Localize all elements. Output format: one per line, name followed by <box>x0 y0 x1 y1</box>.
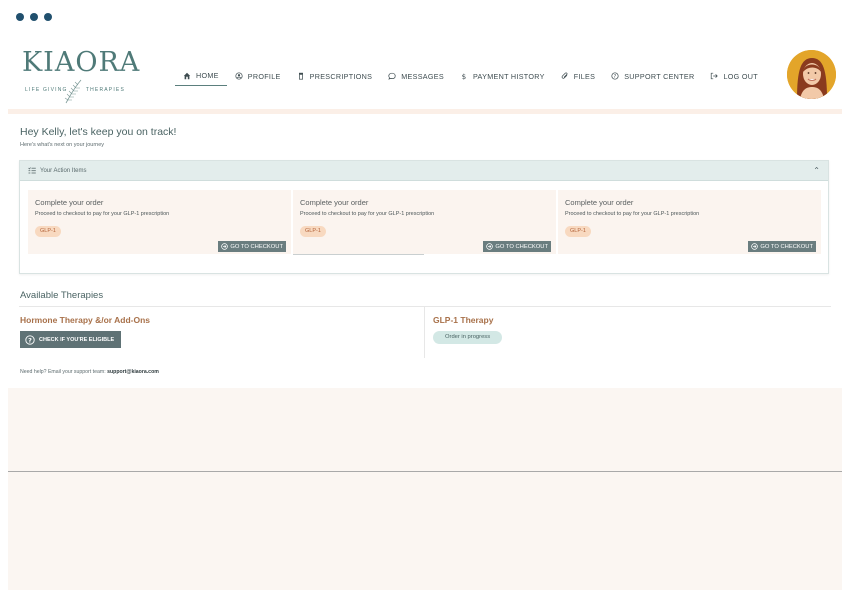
action-items-panel: Your Action Items ⌃ Complete your order … <box>19 160 829 274</box>
window-controls <box>16 13 52 21</box>
nav-prescriptions-label: PRESCRIPTIONS <box>309 71 373 81</box>
help-text: Need help? Email your support team: <box>20 369 108 375</box>
nav-prescriptions[interactable]: PRESCRIPTIONS <box>289 66 381 86</box>
dollar-icon: $ <box>462 72 467 80</box>
action-card: Complete your order Proceed to checkout … <box>293 190 556 255</box>
action-cards: Complete your order Proceed to checkout … <box>28 190 821 255</box>
action-card: Complete your order Proceed to checkout … <box>28 190 291 254</box>
chat-bubble-icon <box>388 72 396 80</box>
nav-files[interactable]: FILES <box>553 66 603 86</box>
card-title: Complete your order <box>300 198 369 207</box>
nav-home-label: HOME <box>196 71 219 80</box>
order-status-badge: Order in progress <box>433 331 503 344</box>
go-to-checkout-button[interactable]: GO TO CHECKOUT <box>748 241 816 252</box>
card-description: Proceed to checkout to pay for your GLP-… <box>300 211 435 217</box>
action-items-heading: Your Action Items <box>28 167 86 174</box>
go-to-checkout-button[interactable]: GO TO CHECKOUT <box>218 241 286 252</box>
action-items-title: Your Action Items <box>40 167 87 174</box>
tagline-left: LIFE GIVING <box>25 87 68 93</box>
brand-logo[interactable]: KIAORA LIFE GIVING THERAPIES <box>22 47 141 108</box>
avatar-portrait <box>787 50 836 99</box>
svg-text:?: ? <box>28 336 32 344</box>
card-badge: GLP-1 <box>35 226 61 237</box>
nav-profile[interactable]: PROFILE <box>227 66 289 86</box>
main-nav: HOME PROFILE PRESCRIPTIONS MESSAGES $ PA… <box>175 66 766 86</box>
available-therapies-title: Available Therapies <box>20 290 104 301</box>
nav-files-label: FILES <box>573 71 596 81</box>
brand-tagline: LIFE GIVING THERAPIES <box>25 87 125 93</box>
window-dot[interactable] <box>44 13 52 21</box>
arrow-circle-icon <box>486 243 494 250</box>
paperclip-icon <box>561 72 568 79</box>
arrow-circle-icon <box>751 243 759 250</box>
tagline-right: THERAPIES <box>85 87 125 93</box>
nav-profile-label: PROFILE <box>247 71 281 81</box>
card-scroll-indicator <box>293 254 424 255</box>
nav-messages[interactable]: MESSAGES <box>380 66 452 86</box>
nav-support-center[interactable]: ? SUPPORT CENTER <box>603 66 702 86</box>
card-title: Complete your order <box>565 198 634 207</box>
chevron-up-icon[interactable]: ⌃ <box>813 166 820 175</box>
glp1-therapy-title: GLP-1 Therapy <box>433 315 494 325</box>
check-eligibility-button[interactable]: ? CHECK IF YOU'RE ELIGIBLE <box>20 331 121 348</box>
svg-text:?: ? <box>614 74 617 80</box>
prescription-bottle-icon <box>298 72 303 80</box>
hormone-therapy-title: Hormone Therapy &/or Add-Ons <box>20 315 151 325</box>
support-help-text: Need help? Email your support team: supp… <box>20 369 159 375</box>
user-avatar[interactable] <box>787 50 836 99</box>
nav-payment-history[interactable]: $ PAYMENT HISTORY <box>452 66 553 86</box>
window-dot[interactable] <box>16 13 24 21</box>
home-icon <box>183 72 191 79</box>
action-items-header[interactable]: Your Action Items ⌃ <box>20 161 828 181</box>
card-title: Complete your order <box>35 198 104 207</box>
page-footer-area <box>8 472 842 590</box>
nav-messages-label: MESSAGES <box>401 71 444 81</box>
card-badge: GLP-1 <box>300 226 326 237</box>
checkout-label: GO TO CHECKOUT <box>230 243 283 250</box>
brand-name: KIAORA <box>22 47 141 78</box>
card-description: Proceed to checkout to pay for your GLP-… <box>35 211 170 217</box>
check-eligibility-label: CHECK IF YOU'RE ELIGIBLE <box>39 336 115 343</box>
card-description: Proceed to checkout to pay for your GLP-… <box>565 211 700 217</box>
greeting-title: Hey Kelly, let's keep you on track! <box>20 126 177 138</box>
card-badge: GLP-1 <box>565 226 591 237</box>
logout-icon <box>711 72 719 80</box>
action-card: Complete your order Proceed to checkout … <box>558 190 821 254</box>
nav-log-out[interactable]: LOG OUT <box>702 66 765 86</box>
nav-support-center-label: SUPPORT CENTER <box>624 71 695 81</box>
greeting-subtitle: Here's what's next on your journey <box>20 142 105 148</box>
question-circle-icon: ? <box>25 334 35 345</box>
arrow-circle-icon <box>221 243 229 250</box>
page-background <box>8 388 842 472</box>
nav-home[interactable]: HOME <box>175 66 227 86</box>
window-dot[interactable] <box>30 13 38 21</box>
nav-log-out-label: LOG OUT <box>723 71 758 81</box>
help-circle-icon: ? <box>611 72 619 80</box>
support-email-link[interactable]: support@kiaora.com <box>107 369 159 375</box>
header-divider <box>8 109 842 114</box>
checkout-label: GO TO CHECKOUT <box>495 243 548 250</box>
therapies-divider <box>19 306 831 307</box>
list-icon <box>28 167 36 174</box>
checkout-label: GO TO CHECKOUT <box>760 243 813 250</box>
therapies-column-divider <box>424 306 425 358</box>
profile-icon <box>235 72 243 80</box>
svg-text:$: $ <box>462 72 467 80</box>
go-to-checkout-button[interactable]: GO TO CHECKOUT <box>483 241 551 252</box>
nav-payment-history-label: PAYMENT HISTORY <box>472 71 545 81</box>
